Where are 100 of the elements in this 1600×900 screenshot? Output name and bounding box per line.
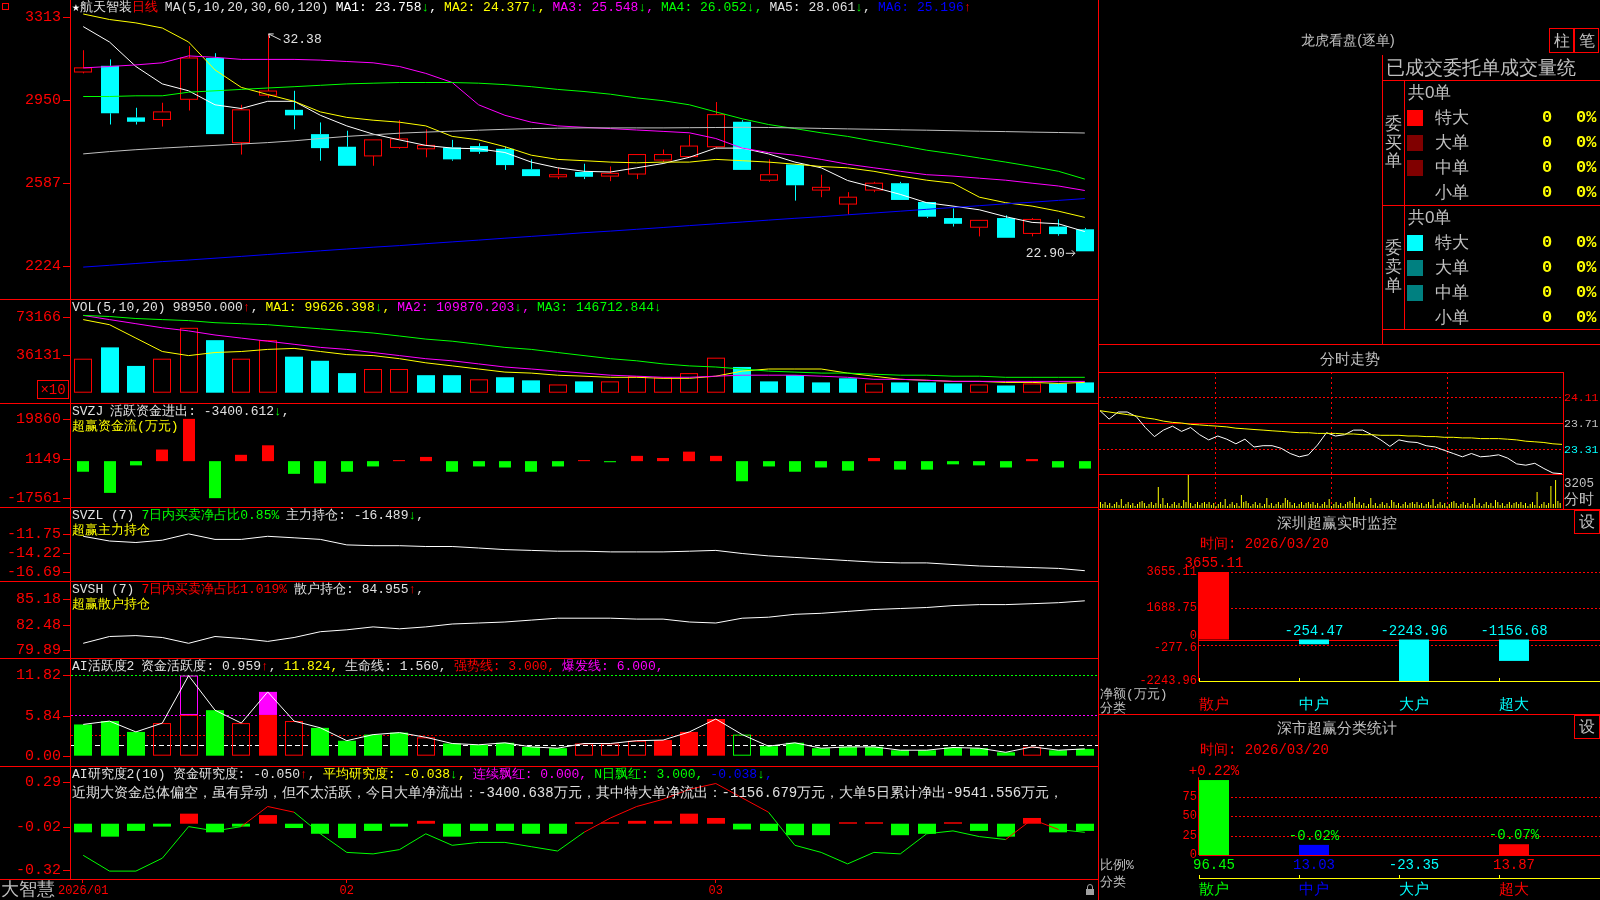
category-label: 超大 (1499, 696, 1529, 714)
legend-text: -0.038↓, (710, 767, 773, 782)
view-toggle-button[interactable]: 笔 (1574, 28, 1599, 53)
indicator-name: 超赢资金流(万元) (72, 419, 179, 434)
legend-text: 7日内买卖净占比0.85% (141, 508, 280, 523)
axis-label: 82.48 (16, 617, 61, 634)
value-label: -1156.68 (1480, 622, 1548, 639)
candlestick (839, 191, 857, 216)
axis-label: 23.31 (1564, 443, 1599, 456)
legend-text: 资金研究度: -0.050↑, (172, 767, 316, 782)
candlestick (180, 45, 198, 111)
category-label: 散户 (1199, 696, 1229, 714)
legend-text: VOL(5,10,20) (72, 300, 166, 315)
category-label: 大户 (1399, 696, 1429, 714)
size-label: 大单 (1435, 132, 1469, 153)
axis-label: 03 (708, 884, 723, 898)
size-label: 大单 (1435, 257, 1469, 278)
order-percent: 0% (1576, 157, 1597, 178)
axis-label: -0.32 (16, 862, 61, 879)
order-count: 0 (1541, 157, 1553, 178)
legend-text: 连续飘红: 0.000, (472, 767, 588, 782)
candlestick (1023, 217, 1041, 237)
annotation: 32.38 (282, 32, 322, 48)
candlestick (470, 142, 488, 155)
size-label: 中单 (1435, 157, 1469, 178)
panel-title: 深市超赢分类统计 (1276, 718, 1397, 737)
axis-label: 36131 (16, 347, 61, 364)
legend-text: 7日内买卖净占比1.019% (141, 582, 288, 597)
candlestick (364, 139, 382, 167)
category-label: 散户 (1199, 881, 1229, 899)
axis-label: 24.11 (1564, 391, 1599, 404)
indicator-name: 超赢散户持仓 (72, 597, 150, 612)
square-icon (2, 3, 9, 10)
settings-button[interactable]: 设 (1574, 510, 1600, 534)
brand-label: 大智慧 (1, 880, 55, 900)
category-label: 超大 (1499, 881, 1529, 899)
legend-text: 强势线: 3.000, (453, 659, 556, 674)
candlestick (654, 149, 672, 163)
legend-text: MA2: 109870.203↓, (397, 300, 530, 315)
legend-text: MA1: 23.758↓, (335, 0, 438, 15)
table-heading: 已成交委托单成交量统 (1386, 56, 1576, 79)
axis-label: 2587 (25, 175, 61, 192)
candlestick (891, 181, 909, 201)
value-label: 13.03 (1293, 857, 1335, 873)
candlestick (311, 121, 329, 162)
candlestick (760, 158, 778, 183)
legend-text: MA5: 28.061↓, (769, 0, 871, 15)
legend-text: MA1: 99626.398↓, (265, 300, 391, 315)
candlestick (944, 207, 962, 228)
axis-label: 50 (1182, 809, 1197, 824)
legend-text: SVSH (7) (72, 582, 135, 597)
size-label: 中单 (1435, 282, 1469, 303)
axis-label: 19860 (16, 411, 61, 428)
candlestick (812, 174, 830, 198)
axis-label: 85.18 (16, 591, 61, 608)
order-percent: 0% (1576, 257, 1597, 278)
axis-label: 5.84 (25, 708, 61, 725)
size-label: 特大 (1435, 107, 1469, 128)
candlestick (101, 58, 119, 125)
price-callout: 32.38 (268, 32, 322, 48)
side-label: 委卖单 (1385, 239, 1402, 296)
candlestick (153, 102, 171, 128)
legend-text: MA6: 25.196↑ (877, 0, 972, 15)
change-label: -0.07% (1488, 827, 1540, 844)
stock-title: ★航天智装 日线 (72, 0, 158, 15)
value-label: 96.45 (1193, 857, 1235, 873)
legend-text: SVZJ (72, 404, 104, 419)
legend-text: MA(5,10,20,30,60,120) (164, 0, 329, 15)
group-total: 共0单 (1408, 83, 1452, 103)
axis-title: 分类 (1100, 700, 1126, 714)
candlestick (970, 219, 988, 237)
panel-title: 分时走势 (1319, 349, 1380, 368)
axis-title: 比例% (1100, 857, 1134, 873)
axis-label: -17561 (7, 490, 61, 507)
axis-label: 25 (1182, 828, 1197, 843)
order-percent: 0% (1576, 132, 1597, 153)
candlestick (1076, 227, 1094, 252)
axis-label: 0.29 (25, 774, 61, 791)
axis-label: -11.75 (7, 526, 61, 543)
change-label: -0.02% (1288, 827, 1340, 844)
axis-title: 分类 (1100, 874, 1126, 890)
candlestick (601, 165, 619, 182)
chart-subtitle: 时间: 2026/03/20 (1200, 536, 1329, 552)
annotation: 22.90 (1025, 245, 1065, 261)
value-label: 13.87 (1493, 857, 1535, 873)
legend-text: MA3: 146712.844↓ (536, 300, 662, 315)
axis-label: 2224 (25, 258, 61, 275)
legend-text: SVZL (7) (72, 508, 135, 523)
order-count: 0 (1541, 107, 1553, 128)
axis-label: 2950 (25, 92, 61, 109)
order-percent: 0% (1576, 232, 1597, 253)
candlestick (259, 33, 277, 99)
axis-label: -0.02 (16, 819, 61, 836)
candlestick (733, 119, 751, 171)
candlestick (522, 158, 540, 177)
candlestick (786, 163, 804, 202)
change-label: +0.22% (1188, 763, 1240, 780)
settings-button[interactable]: 设 (1574, 715, 1600, 739)
view-toggle-button[interactable]: 柱 (1549, 28, 1574, 53)
order-percent: 0% (1576, 182, 1597, 203)
